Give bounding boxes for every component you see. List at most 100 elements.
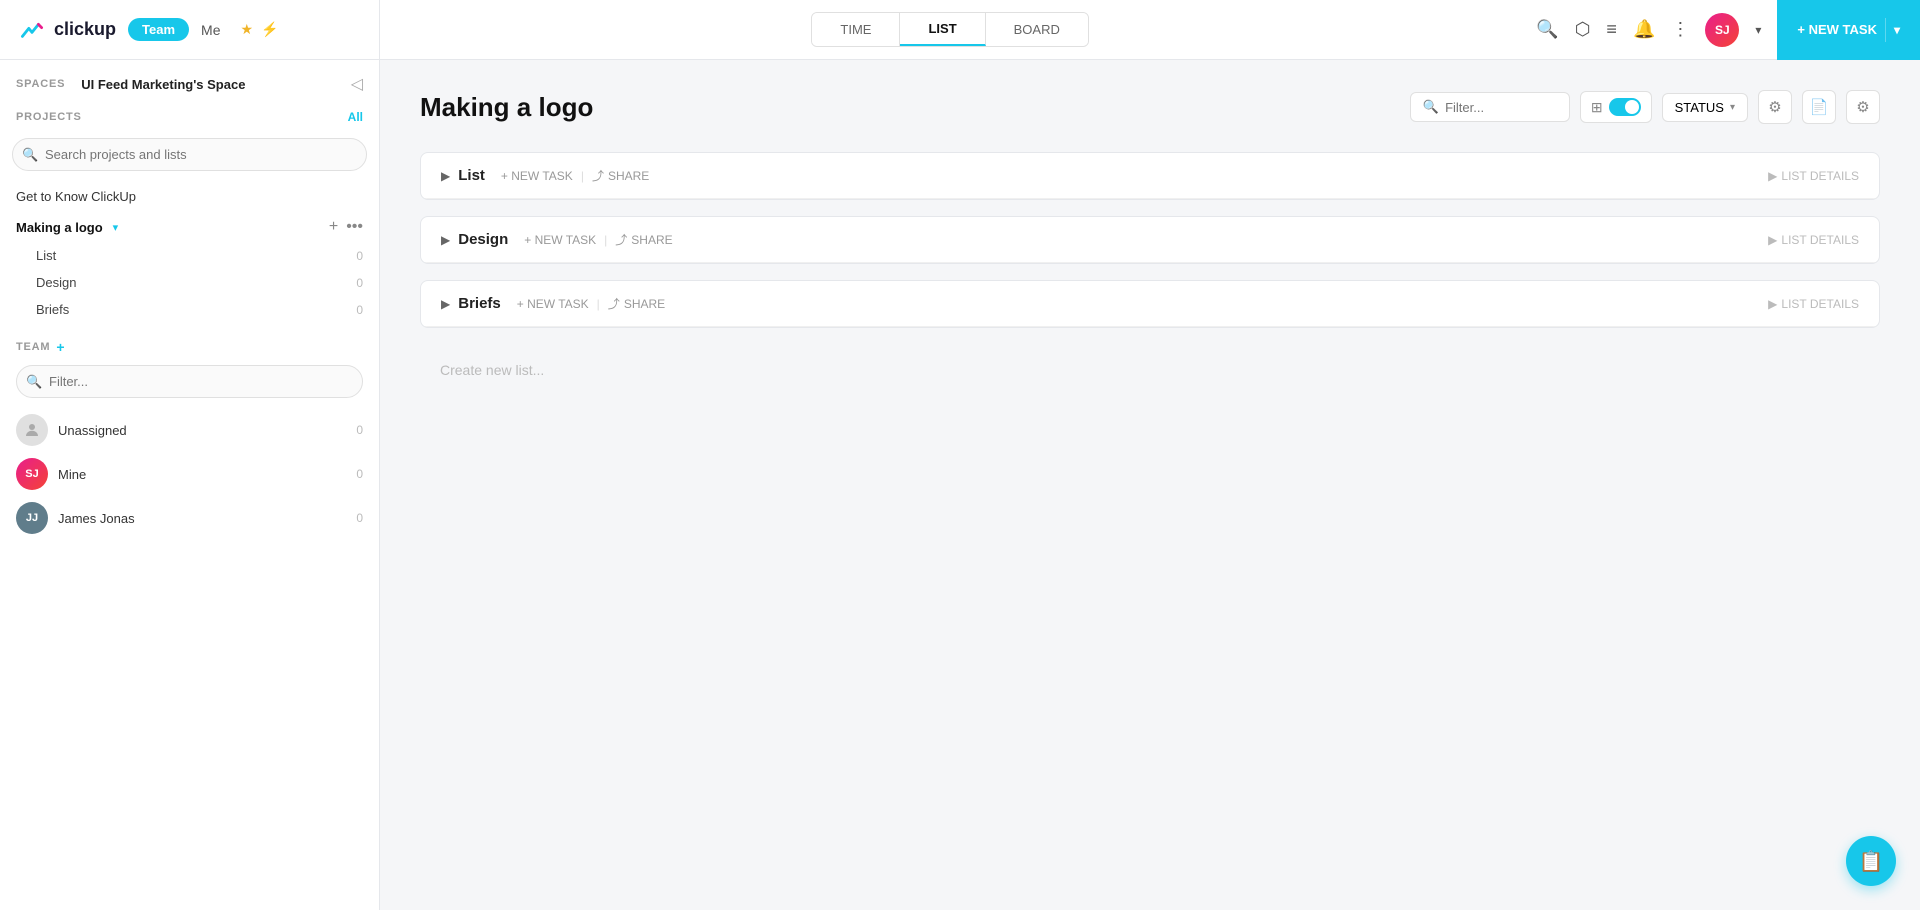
team-filter-box: 🔍 [16,365,363,398]
list-section-header: ▶ Briefs + NEW TASK | ⤴ SHARE ▶ LIST DET… [421,281,1879,327]
list-details-button[interactable]: ▶ LIST DETAILS [1768,297,1859,311]
folder-more-icon[interactable]: ••• [346,218,363,236]
logo[interactable]: clickup [16,14,116,46]
toggle-button[interactable]: ⊞ [1580,91,1652,123]
new-task-link[interactable]: + NEW TASK [501,169,573,183]
document-icon-button[interactable]: 📄 [1802,90,1836,124]
divider [1885,18,1886,42]
member-count: 0 [356,511,363,525]
nav-center: TIME LIST BOARD [380,12,1520,47]
new-task-link[interactable]: + NEW TASK [517,297,589,311]
search-input[interactable] [12,138,367,171]
share-button[interactable]: ⤴ SHARE [615,231,672,248]
team-member-unassigned[interactable]: Unassigned 0 [16,408,363,452]
sidebar: SPACES UI Feed Marketing's Space ◁ PROJE… [0,60,380,910]
filter-icon: ⚙ [1768,98,1781,116]
member-count: 0 [356,467,363,481]
list-item-design[interactable]: Design 0 [0,269,379,296]
filter-input[interactable] [1445,100,1557,115]
team-badge[interactable]: Team [128,18,189,41]
page-header: Making a logo 🔍 ⊞ STATUS ▾ [420,90,1880,124]
search-box-icon: 🔍 [22,147,38,163]
create-new-list[interactable]: Create new list... [420,344,1880,396]
team-filter-input[interactable] [16,365,363,398]
folder-arrow-icon: ▾ [113,221,119,234]
folder-name: Making a logo [16,220,103,235]
tab-board[interactable]: BOARD [986,13,1088,46]
new-task-chevron-icon: ▾ [1894,23,1900,37]
james-avatar: JJ [16,502,48,534]
list-details-button[interactable]: ▶ LIST DETAILS [1768,169,1859,183]
member-name: Unassigned [58,423,127,438]
folder-add-icon[interactable]: + [329,218,338,236]
share-icon: ⤴ [615,231,627,248]
share-icon: ⤴ [592,167,604,184]
team-filter-icon: 🔍 [26,374,42,390]
page-title: Making a logo [420,92,1410,123]
settings-icon-button[interactable]: ⚙ [1846,90,1880,124]
project-search-box: 🔍 [12,138,367,171]
avatar[interactable]: SJ [1705,13,1739,47]
list-name: Briefs [458,295,501,312]
details-chevron-icon: ▶ [1768,169,1777,183]
member-name: Mine [58,467,86,482]
team-header: TEAM + [16,339,363,355]
bell-icon[interactable]: 🔔 [1633,19,1655,40]
nav-right: 🔍 ⬡ ≡ 🔔 ⋮ SJ ▾ [1520,13,1777,47]
projects-header: PROJECTS All [0,102,379,132]
new-task-link[interactable]: + NEW TASK [524,233,596,247]
filter-icon-button[interactable]: ⚙ [1758,90,1792,124]
member-count: 0 [356,423,363,437]
team-member-james[interactable]: JJ James Jonas 0 [16,496,363,540]
list-count: 0 [356,276,363,290]
fab-icon: 📋 [1859,849,1884,874]
space-name[interactable]: UI Feed Marketing's Space [81,77,245,92]
toggle-switch[interactable] [1609,98,1641,116]
fab-button[interactable]: 📋 [1846,836,1896,886]
projects-all[interactable]: All [348,110,363,124]
folder-actions: + ••• [329,218,363,236]
sidebar-collapse-icon[interactable]: ◁ [351,74,363,94]
divider: | [604,233,607,247]
tab-time[interactable]: TIME [812,13,900,46]
team-member-mine[interactable]: SJ Mine 0 [16,452,363,496]
tab-list[interactable]: LIST [900,13,985,46]
chevron-down-icon[interactable]: ▾ [1755,23,1761,37]
list-chevron-icon[interactable]: ▶ [441,233,450,247]
share-button[interactable]: ⤴ SHARE [608,295,665,312]
star-icon[interactable]: ★ [240,21,253,38]
search-icon[interactable]: 🔍 [1536,19,1558,40]
list-chevron-icon[interactable]: ▶ [441,297,450,311]
project-folder-making-a-logo[interactable]: Making a logo ▾ + ••• [0,212,379,242]
details-chevron-icon: ▶ [1768,233,1777,247]
mine-avatar: SJ [16,458,48,490]
divider: | [597,297,600,311]
divider: | [581,169,584,183]
team-add-icon[interactable]: + [56,339,64,355]
new-task-button[interactable]: + NEW TASK ▾ [1777,0,1920,60]
list-details-button[interactable]: ▶ LIST DETAILS [1768,233,1859,247]
list-chevron-icon[interactable]: ▶ [441,169,450,183]
list-item-list[interactable]: List 0 [0,242,379,269]
list-section-header: ▶ Design + NEW TASK | ⤴ SHARE ▶ LIST DET… [421,217,1879,263]
list-count: 0 [356,249,363,263]
list-section-design: ▶ Design + NEW TASK | ⤴ SHARE ▶ LIST DET… [420,216,1880,264]
more-icon[interactable]: ⋮ [1671,19,1689,40]
header-icons: ★ ⚡ [240,21,278,38]
list-count: 0 [356,303,363,317]
list-name: Design [458,231,508,248]
list-icon[interactable]: ≡ [1606,19,1617,40]
list-section-header: ▶ List + NEW TASK | ⤴ SHARE ▶ LIST DETAI… [421,153,1879,199]
layout: SPACES UI Feed Marketing's Space ◁ PROJE… [0,60,1920,910]
list-item-briefs[interactable]: Briefs 0 [0,296,379,323]
bolt-icon[interactable]: ⚡ [261,21,278,38]
status-button[interactable]: STATUS ▾ [1662,93,1748,122]
share-button[interactable]: ⤴ SHARE [592,167,649,184]
cube-icon[interactable]: ⬡ [1575,19,1591,40]
logo-text: clickup [54,19,116,40]
list-name: List [458,167,485,184]
list-section-briefs: ▶ Briefs + NEW TASK | ⤴ SHARE ▶ LIST DET… [420,280,1880,328]
spaces-header: SPACES UI Feed Marketing's Space ◁ [0,60,379,102]
project-item-get-to-know[interactable]: Get to Know ClickUp [0,181,379,212]
me-label[interactable]: Me [201,22,220,38]
